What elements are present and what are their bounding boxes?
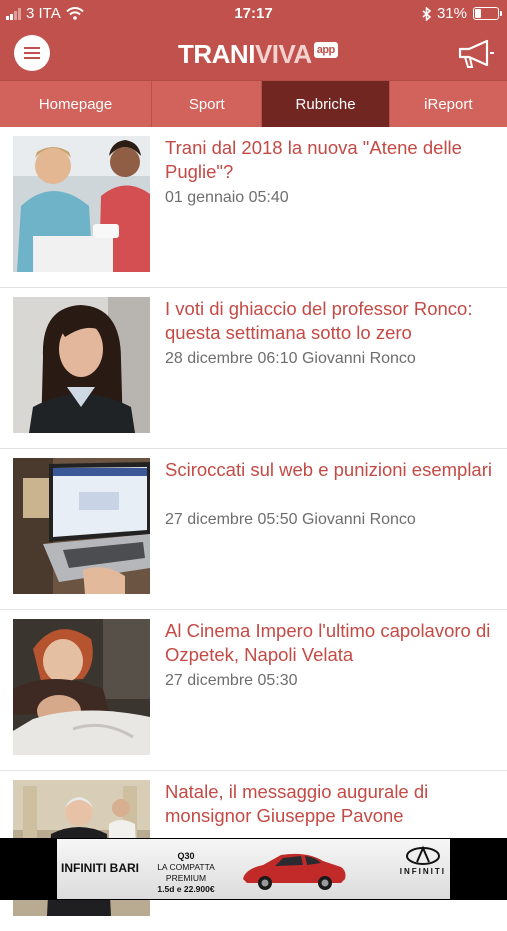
article-thumbnail [13,619,150,755]
ad-content: INFINITI BARI Q30 LA COMPATTA PREMIUM 1.… [57,839,450,899]
article-title: Trani dal 2018 la nuova "Atene delle Pug… [165,137,462,182]
ad-tagline: LA COMPATTA PREMIUM [157,862,215,883]
menu-button[interactable] [14,35,50,71]
tab-sport[interactable]: Sport [152,81,263,127]
ad-brand: INFINITI [400,845,446,876]
logo-app-badge: app [313,42,338,58]
car-image [243,853,346,890]
app-logo: TRANI VIVA app [178,39,338,70]
article-meta: 27 dicembre 05:30 [165,672,298,689]
article-title: Natale, il messaggio augurale di monsign… [165,781,429,826]
tab-label: iReport [424,95,473,113]
ad-dealer: INFINITI BARI [61,861,139,875]
section-tabs: Homepage Sport Rubriche iReport [0,80,507,127]
ad-copy: Q30 LA COMPATTA PREMIUM 1.5d e 22.900€ [141,851,231,895]
tab-rubriche[interactable]: Rubriche [262,81,390,127]
ireport-button[interactable] [457,38,495,75]
battery-icon [473,7,502,20]
app-header: TRANI VIVA app [0,28,507,80]
article-meta: 01 gennaio 05:40 [165,189,289,206]
article-item[interactable]: Trani dal 2018 la nuova "Atene delle Pug… [0,126,507,288]
article-item[interactable]: Sciroccati sul web e punizioni esemplari… [0,448,507,610]
megaphone-icon [458,39,494,68]
article-meta: 28 dicembre 06:10 Giovanni Ronco [165,350,416,367]
ad-brand-name: INFINITI [399,867,446,876]
tab-homepage[interactable]: Homepage [0,81,153,127]
ad-model: Q30 [177,851,195,861]
hamburger-icon [24,47,40,49]
tab-label: Rubriche [295,95,356,113]
article-title: Al Cinema Impero l'ultimo capolavoro di … [165,620,491,665]
tab-label: Homepage [38,95,113,113]
article-title: I voti di ghiaccio del professor Ronco: … [165,298,473,343]
logo-trani: TRANI [178,39,255,69]
infiniti-logo-icon [405,845,440,865]
article-thumbnail [13,136,150,272]
article-thumbnail [13,458,150,594]
article-meta: 27 dicembre 05:50 Giovanni Ronco [165,511,416,528]
status-bar: 3 ITA 17:17 31% [0,0,507,28]
bluetooth-icon [422,6,431,21]
article-item[interactable]: Al Cinema Impero l'ultimo capolavoro di … [0,609,507,771]
logo-viva: VIVA [254,39,312,69]
tab-label: Sport [188,95,225,113]
battery-percent: 31% [436,5,467,22]
article-thumbnail [13,297,150,433]
article-title: Sciroccati sul web e punizioni esemplari [165,459,492,480]
ad-price: 1.5d e 22.900€ [157,884,215,894]
tab-ireport[interactable]: iReport [390,81,507,127]
ad-banner[interactable]: INFINITI BARI Q30 LA COMPATTA PREMIUM 1.… [0,838,507,900]
article-item[interactable]: I voti di ghiaccio del professor Ronco: … [0,287,507,449]
status-right: 31% [422,5,502,22]
